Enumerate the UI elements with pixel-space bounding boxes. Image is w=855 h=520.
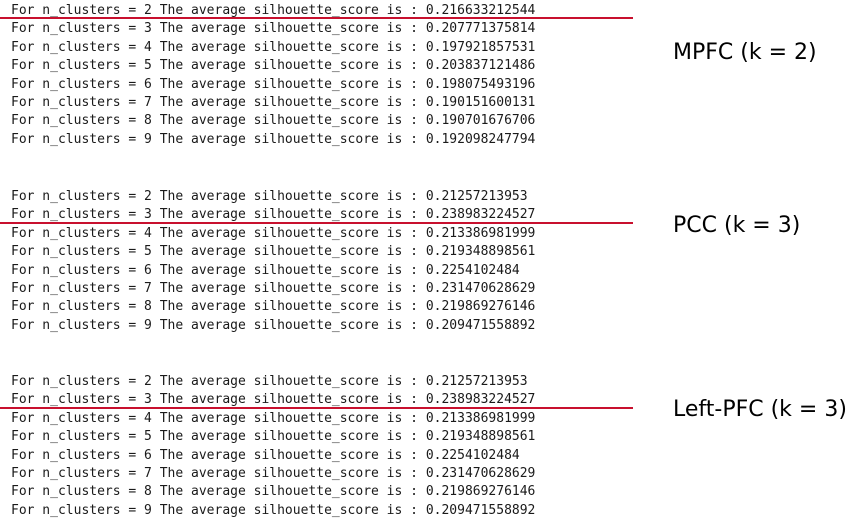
result-line: For n_clusters = 9 The average silhouett… — [11, 502, 536, 518]
results-block-left-pfc: For n_clusters = 2 The average silhouett… — [0, 373, 651, 520]
result-line-highlighted: For n_clusters = 3 The average silhouett… — [0, 206, 651, 225]
result-line: For n_clusters = 3 The average silhouett… — [11, 21, 536, 37]
result-line-highlighted: For n_clusters = 3 The average silhouett… — [0, 391, 651, 410]
result-line: For n_clusters = 5 The average silhouett… — [11, 244, 536, 260]
result-line: For n_clusters = 4 The average silhouett… — [11, 39, 536, 55]
result-line: For n_clusters = 5 The average silhouett… — [11, 58, 536, 74]
result-line: For n_clusters = 2 The average silhouett… — [11, 189, 528, 204]
result-line: For n_clusters = 9 The average silhouett… — [11, 131, 536, 147]
results-block-mpfc: For n_clusters = 2 The average silhouett… — [0, 2, 651, 149]
result-line: For n_clusters = 8 The average silhouett… — [11, 299, 536, 315]
result-line: For n_clusters = 7 The average silhouett… — [11, 280, 536, 296]
result-line: For n_clusters = 7 The average silhouett… — [11, 465, 536, 481]
result-line: For n_clusters = 5 The average silhouett… — [11, 429, 536, 445]
result-line: For n_clusters = 4 The average silhouett… — [11, 410, 536, 426]
result-line: For n_clusters = 6 The average silhouett… — [11, 447, 520, 463]
result-line: For n_clusters = 4 The average silhouett… — [11, 225, 536, 241]
region-label-mpfc: MPFC (k = 2) — [673, 40, 817, 65]
region-label-left-pfc: Left-PFC (k = 3) — [673, 397, 847, 422]
result-line-highlighted: For n_clusters = 2 The average silhouett… — [0, 2, 651, 20]
result-line: For n_clusters = 6 The average silhouett… — [11, 76, 536, 92]
result-line: For n_clusters = 8 The average silhouett… — [11, 484, 536, 500]
region-label-pcc: PCC (k = 3) — [673, 213, 801, 238]
results-block-pcc: For n_clusters = 2 The average silhouett… — [0, 188, 651, 335]
result-line: For n_clusters = 8 The average silhouett… — [11, 113, 536, 129]
result-line: For n_clusters = 6 The average silhouett… — [11, 262, 520, 278]
result-line: For n_clusters = 7 The average silhouett… — [11, 94, 536, 110]
result-line: For n_clusters = 9 The average silhouett… — [11, 317, 536, 333]
result-line: For n_clusters = 2 The average silhouett… — [11, 374, 528, 389]
